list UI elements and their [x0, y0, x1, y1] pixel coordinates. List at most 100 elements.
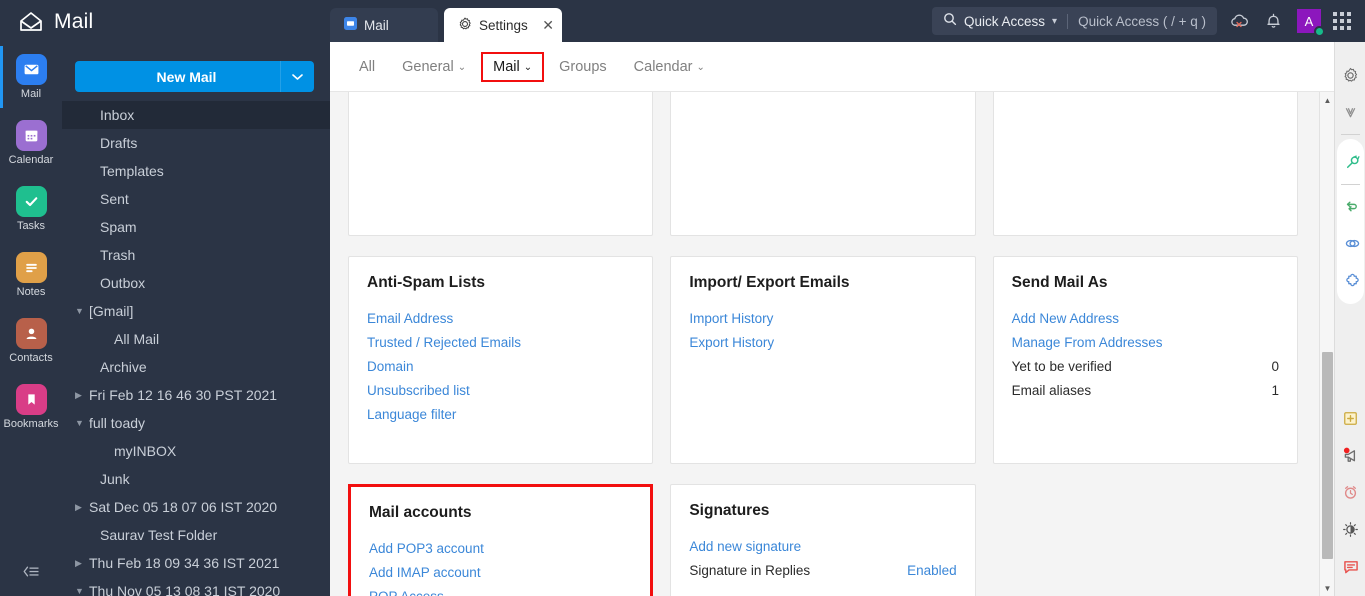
alarm-clock-icon[interactable] [1335, 477, 1365, 508]
folder-item[interactable]: Outbox [62, 269, 330, 297]
folder-label: Sent [100, 191, 129, 207]
calendar-icon [15, 120, 47, 151]
tab-settings[interactable]: Settings ✕ [444, 8, 562, 42]
subnav-label: All [359, 58, 376, 75]
subnav-item-general[interactable]: General ⌄ [390, 52, 478, 82]
tab-mail[interactable]: Mail [330, 8, 438, 42]
card-link[interactable]: Email Address [367, 310, 634, 328]
chevron-right-icon[interactable]: ▶ [75, 502, 89, 513]
avatar-initial: A [1304, 13, 1314, 29]
puzzle-extension-icon[interactable] [1337, 265, 1365, 296]
plug-connect-icon[interactable] [1337, 147, 1365, 178]
chevron-down-icon[interactable]: ⌄ [458, 62, 466, 73]
announcement-megaphone-icon[interactable] [1335, 440, 1365, 471]
chevron-down-icon[interactable]: ▼ [75, 586, 89, 596]
gear-icon [458, 17, 472, 34]
notifications-bell-icon[interactable] [1263, 10, 1285, 32]
main-window: Mail Settings ✕ All General ⌄ Mail ⌄ Groups Ca… [330, 0, 1334, 596]
folder-item[interactable]: Saurav Test Folder [62, 521, 330, 549]
collapse-sidebar-icon[interactable] [17, 560, 45, 582]
rail-item-contacts[interactable]: Contacts [0, 308, 62, 374]
close-icon[interactable]: ✕ [542, 18, 554, 32]
chevron-down-icon[interactable]: ▼ [75, 306, 89, 316]
scroll-up-arrow[interactable]: ▲ [1320, 92, 1335, 108]
chevron-down-icon[interactable]: ▾ [1052, 16, 1057, 27]
integrations-group [1337, 139, 1364, 304]
new-mail-button[interactable]: New Mail [75, 61, 314, 92]
scrollbar-thumb[interactable] [1322, 352, 1333, 559]
card-link[interactable]: Language filter [367, 406, 634, 424]
sync-arrows-icon[interactable] [1337, 191, 1365, 222]
chevron-down-icon[interactable]: ⌄ [524, 62, 532, 73]
card-title: Anti-Spam Lists [367, 274, 485, 291]
subnav-item-calendar[interactable]: Calendar ⌄ [622, 52, 717, 82]
chevron-down-icon[interactable] [280, 61, 314, 92]
card-link[interactable]: Trusted / Rejected Emails [367, 334, 634, 352]
chevron-down-icon[interactable]: ⌄ [697, 62, 705, 73]
card-row-list: Add New Address Manage From Addresses Yet … [1012, 310, 1279, 400]
folder-label: [Gmail] [89, 303, 134, 319]
rail-label-contacts: Contacts [9, 352, 53, 364]
gear-icon[interactable] [1335, 60, 1365, 91]
feedback-chat-icon[interactable] [1335, 551, 1365, 582]
rail-item-notes[interactable]: Notes [0, 242, 62, 308]
brightness-icon[interactable] [1335, 514, 1365, 545]
card-link[interactable]: Domain [367, 358, 634, 376]
apps-grid-icon[interactable] [1332, 12, 1351, 30]
rail-item-mail[interactable]: Mail [0, 44, 62, 110]
folder-item[interactable]: ▼ Thu Nov 05 13 08 31 IST 2020 [62, 577, 330, 596]
card-link[interactable]: Add new signature [689, 538, 956, 556]
new-note-icon[interactable] [1335, 403, 1365, 434]
card-link[interactable]: Add POP3 account [369, 540, 632, 558]
folder-item[interactable]: myINBOX [62, 437, 330, 465]
right-rail-bottom-group [1335, 397, 1365, 588]
card-title: Import/ Export Emails [689, 274, 850, 291]
rail-item-tasks[interactable]: Tasks [0, 176, 62, 242]
chevron-right-icon[interactable]: ▶ [75, 558, 89, 569]
folder-item[interactable]: ▶ Thu Feb 18 09 34 36 IST 2021 [62, 549, 330, 577]
bookmarks-icon [15, 384, 47, 415]
folder-item[interactable]: ▼ [Gmail] [62, 297, 330, 325]
card-link[interactable]: Import History [689, 310, 956, 328]
notes-icon [15, 252, 47, 283]
card-row-status[interactable]: Enabled [907, 562, 957, 580]
subnav-item-groups[interactable]: Groups [547, 52, 619, 82]
subnav-item-all[interactable]: All [347, 52, 387, 82]
cloud-off-icon[interactable] [1229, 10, 1251, 32]
card-link[interactable]: Manage From Addresses [1012, 334, 1279, 352]
card-title: Signatures [689, 502, 770, 519]
mail-envelope-icon [18, 9, 44, 35]
tab-mail-label: Mail [364, 17, 389, 33]
card-link[interactable]: Export History [689, 334, 956, 352]
folder-item[interactable]: Spam [62, 213, 330, 241]
avatar[interactable]: A [1296, 9, 1325, 37]
folder-item[interactable]: Inbox [62, 101, 330, 129]
card-link[interactable]: Add New Address [1012, 310, 1279, 328]
vertical-scrollbar[interactable]: ▲ ▼ [1319, 92, 1334, 596]
quick-access-search[interactable]: Quick Access ▾ Quick Access ( / + q ) [932, 7, 1217, 35]
card-link[interactable]: POP Access [369, 588, 632, 596]
folder-item[interactable]: Sent [62, 185, 330, 213]
chevron-right-icon[interactable]: ▶ [75, 390, 89, 401]
folder-item[interactable]: ▼ full toady [62, 409, 330, 437]
folder-label: Junk [100, 471, 130, 487]
subnav-item-mail[interactable]: Mail ⌄ [481, 51, 545, 82]
rail-item-bookmarks[interactable]: Bookmarks [0, 374, 62, 440]
scroll-down-arrow[interactable]: ▼ [1320, 580, 1335, 596]
card-link[interactable]: Unsubscribed list [367, 382, 634, 400]
folder-item[interactable]: ▶ Fri Feb 12 16 46 30 PST 2021 [62, 381, 330, 409]
rail-item-calendar[interactable]: Calendar [0, 110, 62, 176]
folder-label: Thu Nov 05 13 08 31 IST 2020 [89, 583, 281, 596]
links-chain-icon[interactable] [1337, 228, 1365, 259]
folder-item[interactable]: Drafts [62, 129, 330, 157]
card-link[interactable]: Add IMAP account [369, 564, 632, 582]
folder-item[interactable]: All Mail [62, 325, 330, 353]
folder-item[interactable]: ▶ Sat Dec 05 18 07 06 IST 2020 [62, 493, 330, 521]
folder-item[interactable]: Templates [62, 157, 330, 185]
folder-item[interactable]: Archive [62, 353, 330, 381]
chevron-down-icon[interactable]: ▼ [75, 418, 89, 428]
folder-item[interactable]: Junk [62, 465, 330, 493]
clip-v-icon[interactable] [1335, 97, 1365, 128]
folder-item[interactable]: Trash [62, 241, 330, 269]
folder-label: Inbox [100, 107, 135, 123]
